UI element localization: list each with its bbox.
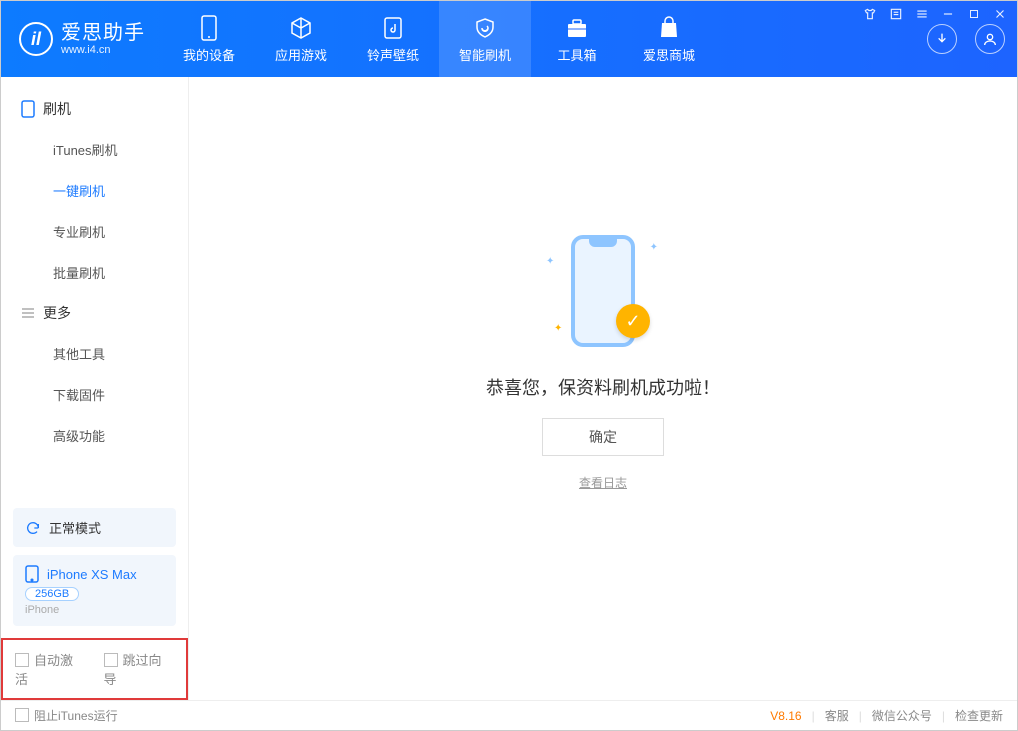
check-update-link[interactable]: 检查更新 xyxy=(955,707,1003,724)
footer: 阻止iTunes运行 V8.16 | 客服 | 微信公众号 | 检查更新 xyxy=(1,700,1017,730)
refresh-icon xyxy=(25,520,41,536)
success-illustration: ✦ ✦ ✦ ✓ xyxy=(548,226,658,356)
phone-icon xyxy=(21,100,35,118)
block-itunes-checkbox[interactable]: 阻止iTunes运行 xyxy=(15,707,118,724)
sidebar-item-itunes-flash[interactable]: iTunes刷机 xyxy=(1,129,188,170)
sidebar-item-oneclick-flash[interactable]: 一键刷机 xyxy=(1,170,188,211)
nav-label: 爱思商城 xyxy=(643,45,695,64)
view-log-link[interactable]: 查看日志 xyxy=(579,474,627,491)
device-mode-card[interactable]: 正常模式 xyxy=(13,508,176,547)
list-icon[interactable] xyxy=(888,6,904,22)
sidebar-group-label: 更多 xyxy=(43,303,71,323)
logo-icon: il xyxy=(19,22,53,56)
nav-tabs: 我的设备 应用游戏 铃声壁纸 智能刷机 工具箱 爱思商城 xyxy=(163,1,715,77)
device-mode-label: 正常模式 xyxy=(49,518,101,537)
sidebar-item-batch-flash[interactable]: 批量刷机 xyxy=(1,252,188,293)
minimize-button[interactable] xyxy=(940,6,956,22)
device-capacity: 256GB xyxy=(25,587,79,601)
cube-icon xyxy=(288,15,314,41)
nav-tab-store[interactable]: 爱思商城 xyxy=(623,1,715,77)
sidebar-item-advanced[interactable]: 高级功能 xyxy=(1,415,188,456)
refresh-shield-icon xyxy=(472,15,498,41)
nav-label: 铃声壁纸 xyxy=(367,45,419,64)
customer-service-link[interactable]: 客服 xyxy=(825,707,849,724)
phone-icon xyxy=(25,565,39,583)
app-subtitle: www.i4.cn xyxy=(61,44,145,56)
sparkle-icon: ✦ xyxy=(554,323,562,334)
nav-label: 我的设备 xyxy=(183,45,235,64)
sidebar: 刷机 iTunes刷机 一键刷机 专业刷机 批量刷机 更多 其他工具 下载固件 … xyxy=(1,77,189,700)
nav-tab-ringtones[interactable]: 铃声壁纸 xyxy=(347,1,439,77)
device-info-card[interactable]: iPhone XS Max 256GB iPhone xyxy=(13,555,176,626)
sidebar-group-more: 更多 xyxy=(1,293,188,333)
nav-tab-toolbox[interactable]: 工具箱 xyxy=(531,1,623,77)
app-title: 爱思助手 xyxy=(61,22,145,44)
sidebar-item-download-firmware[interactable]: 下载固件 xyxy=(1,374,188,415)
device-icon xyxy=(196,15,222,41)
menu-icon[interactable] xyxy=(914,6,930,22)
device-name: iPhone XS Max xyxy=(47,567,137,582)
maximize-button[interactable] xyxy=(966,6,982,22)
ok-button[interactable]: 确定 xyxy=(542,418,664,456)
list-icon xyxy=(21,306,35,320)
user-button[interactable] xyxy=(975,24,1005,54)
music-icon xyxy=(380,15,406,41)
download-button[interactable] xyxy=(927,24,957,54)
nav-label: 应用游戏 xyxy=(275,45,327,64)
close-button[interactable] xyxy=(992,6,1008,22)
main-content: ✦ ✦ ✦ ✓ 恭喜您，保资料刷机成功啦！ 确定 查看日志 xyxy=(189,77,1017,700)
nav-tab-flash[interactable]: 智能刷机 xyxy=(439,1,531,77)
success-message: 恭喜您，保资料刷机成功啦！ xyxy=(486,374,720,400)
version-label: V8.16 xyxy=(770,709,801,723)
auto-activate-checkbox[interactable]: 自动激活 xyxy=(15,650,86,688)
tshirt-icon[interactable] xyxy=(862,6,878,22)
toolbox-icon xyxy=(564,15,590,41)
window-controls xyxy=(862,6,1008,22)
nav-label: 工具箱 xyxy=(557,45,596,64)
device-type: iPhone xyxy=(25,604,164,616)
nav-tab-device[interactable]: 我的设备 xyxy=(163,1,255,77)
nav-tab-apps[interactable]: 应用游戏 xyxy=(255,1,347,77)
sparkle-icon: ✦ xyxy=(650,242,658,253)
sidebar-item-other-tools[interactable]: 其他工具 xyxy=(1,333,188,374)
sparkle-icon: ✦ xyxy=(546,256,554,267)
nav-label: 智能刷机 xyxy=(459,45,511,64)
wechat-link[interactable]: 微信公众号 xyxy=(872,707,932,724)
bag-icon xyxy=(656,15,682,41)
skip-guide-checkbox[interactable]: 跳过向导 xyxy=(104,650,175,688)
logo-area: il 爱思助手 www.i4.cn xyxy=(1,22,163,56)
sidebar-group-flash: 刷机 xyxy=(1,89,188,129)
check-badge-icon: ✓ xyxy=(616,304,650,338)
sidebar-group-label: 刷机 xyxy=(43,99,71,119)
sidebar-item-pro-flash[interactable]: 专业刷机 xyxy=(1,211,188,252)
flash-options-row: 自动激活 跳过向导 xyxy=(1,638,188,700)
